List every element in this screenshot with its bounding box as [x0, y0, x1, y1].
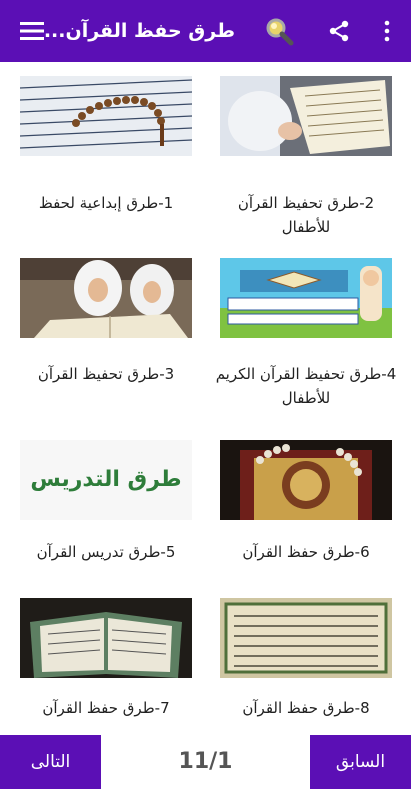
list-item[interactable]: 3-طرق تحفيظ القرآن — [20, 258, 192, 418]
list-item[interactable]: 7-طرق حفظ القرآن — [20, 598, 192, 733]
pagination-bar: السابق 11/1 التالى — [0, 735, 411, 800]
page-indicator: 11/1 — [178, 749, 233, 774]
thumbnail-image — [220, 598, 392, 678]
articles-grid: 2-طرق تحفيظ القرآن للأطفال 1-طرق إبداعية… — [0, 62, 411, 735]
more-vertical-icon[interactable] — [372, 0, 402, 62]
app-title: طرق حفظ القرآن... — [43, 20, 235, 42]
thumbnail-image — [220, 258, 392, 338]
item-title: 2-طرق تحفيظ القرآن للأطفال — [237, 194, 375, 236]
menu-icon[interactable] — [18, 0, 46, 62]
thumbnail-image — [220, 440, 392, 520]
list-item[interactable]: 8-طرق حفظ القرآن — [220, 598, 392, 733]
thumbnail-image — [220, 76, 392, 156]
thumbnail-image — [20, 76, 192, 156]
search-icon[interactable] — [262, 0, 296, 62]
app-bar: طرق حفظ القرآن... — [0, 0, 411, 62]
item-title: 5-طرق تدريس القرآن — [36, 543, 176, 561]
next-button[interactable]: التالى — [0, 735, 101, 789]
share-icon[interactable] — [322, 0, 356, 62]
list-item[interactable]: طرق التدريس 5-طرق تدريس القرآن — [20, 440, 192, 580]
thumbnail-image — [20, 258, 192, 338]
item-title: 7-طرق حفظ القرآن — [42, 699, 170, 717]
item-title: 8-طرق حفظ القرآن — [242, 699, 370, 717]
thumbnail-image: طرق التدريس — [20, 440, 192, 520]
item-title: 4-طرق تحفيظ القرآن الكريم للأطفال — [215, 365, 397, 407]
list-item[interactable]: 2-طرق تحفيظ القرآن للأطفال — [220, 76, 392, 236]
previous-button[interactable]: السابق — [310, 735, 411, 789]
list-item[interactable]: 1-طرق إبداعية لحفظ — [20, 76, 192, 236]
item-title: 3-طرق تحفيظ القرآن — [37, 365, 175, 383]
thumbnail-image — [20, 598, 192, 678]
item-title: 6-طرق حفظ القرآن — [242, 543, 370, 561]
list-item[interactable]: 6-طرق حفظ القرآن — [220, 440, 392, 580]
item-title: 1-طرق إبداعية لحفظ — [38, 194, 174, 212]
list-item[interactable]: 4-طرق تحفيظ القرآن الكريم للأطفال — [216, 258, 396, 418]
thumbnail-text: طرق التدريس — [30, 467, 181, 492]
